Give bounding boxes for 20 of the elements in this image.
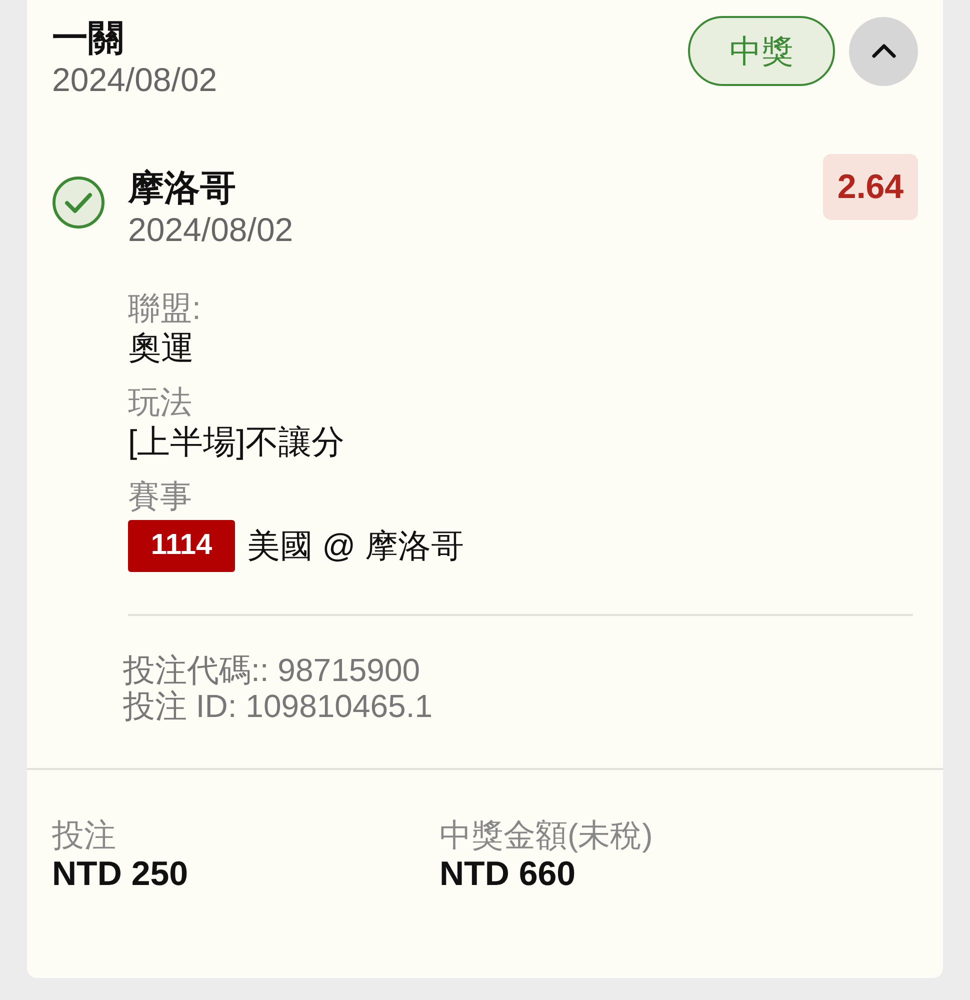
field-value: 奧運	[128, 328, 195, 368]
field-value: [上半場]不讓分	[128, 422, 346, 462]
bet-code: 投注 ID: 109810465.1	[123, 688, 434, 724]
match-name: 美國 @ 摩洛哥	[247, 526, 464, 566]
selection-date: 2024/08/02	[128, 210, 294, 250]
field-label: 玩法	[128, 383, 193, 422]
match-code-badge: 1114	[128, 520, 235, 572]
status-badge: 中獎	[688, 16, 835, 86]
field-label: 賽事	[128, 477, 193, 516]
team-name: 摩洛哥	[128, 166, 237, 210]
summary-label: 中獎金額(未稅)	[440, 816, 654, 854]
bet-code: 投注代碼:: 98715900	[123, 652, 422, 688]
bet-date: 2024/08/02	[52, 60, 218, 100]
field-label: 聯盟:	[128, 289, 202, 328]
bet-type: 一關	[52, 16, 125, 60]
chevron-up-icon	[870, 43, 896, 59]
summary-amount: NTD 660	[440, 854, 577, 894]
odds-badge: 2.64	[823, 154, 918, 220]
summary-label: 投注	[52, 816, 117, 854]
summary-amount: NTD 250	[52, 854, 190, 894]
